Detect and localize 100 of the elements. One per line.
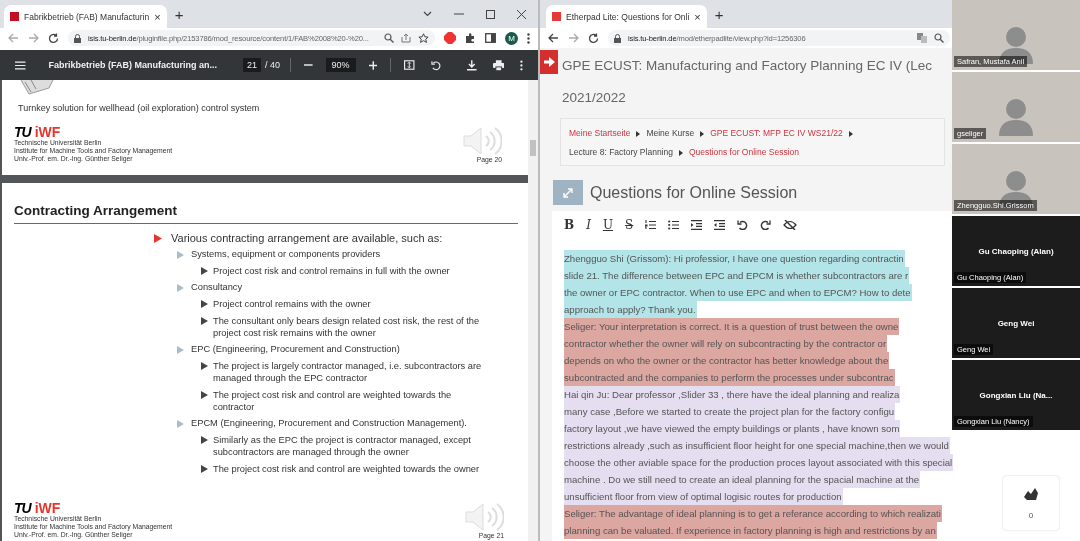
caret-icon: [848, 130, 853, 137]
stop-sign-icon[interactable]: [444, 32, 456, 44]
browser-tab[interactable]: Fabrikbetrieb (FAB) Manufacturin ×: [4, 5, 167, 28]
breadcrumb-link[interactable]: Questions for Online Session: [688, 146, 800, 159]
ordered-list-icon[interactable]: [645, 220, 657, 230]
university-logo: TU: [14, 125, 31, 139]
breadcrumb-item: Meine Kurse: [646, 127, 695, 140]
person-silhouette-icon: [999, 96, 1033, 136]
breadcrumb-link[interactable]: GPE ECUST: MFP EC IV WS21/22: [710, 127, 843, 140]
download-icon[interactable]: [467, 59, 477, 71]
reaction-count: 0: [1028, 510, 1034, 520]
bullet-triangle-icon: [201, 317, 208, 325]
participant-name: Gu Chaoping (Alan): [978, 246, 1054, 256]
share-icon[interactable]: [401, 33, 411, 43]
redo-icon[interactable]: [760, 220, 772, 230]
participant-name: Gongxian Liu (Na...: [979, 390, 1053, 400]
bullet-triangle-icon: [201, 436, 208, 444]
expand-icon: [562, 186, 574, 199]
bullet-triangle-icon: [177, 420, 184, 428]
menu-icon[interactable]: [15, 60, 26, 70]
section-heading: Questions for Online Session: [590, 183, 798, 202]
zoom-in-icon[interactable]: [368, 60, 378, 70]
back-arrow-icon[interactable]: [548, 33, 559, 43]
bullet-triangle-icon: [177, 284, 184, 292]
participant-name: Geng Wei: [997, 318, 1035, 328]
institute-logo: iWF: [34, 501, 61, 515]
print-icon[interactable]: [492, 59, 505, 71]
breadcrumb-item: Lecture 8: Factory Planning: [569, 146, 673, 159]
maximize-icon[interactable]: [486, 9, 495, 19]
institute-logo: iWF: [34, 125, 61, 139]
format-button[interactable]: I: [586, 218, 591, 232]
reload-icon[interactable]: [588, 32, 599, 44]
tab-title: Etherpad Lite: Questions for Onli: [566, 11, 690, 22]
tu-favicon-icon: [10, 12, 19, 21]
arrow-right-icon: [543, 57, 555, 67]
bullet-text: Systems, equipment or components providers: [191, 249, 381, 260]
bullet-triangle-icon: [201, 267, 208, 275]
reaction-widget[interactable]: 0: [1003, 476, 1059, 530]
slide-caption: Turnkey solution for wellhead (oil exploration) control system: [18, 103, 261, 113]
slide-title: Contracting Arrangement: [14, 203, 178, 218]
caret-icon: [636, 130, 641, 137]
eye-slash-icon[interactable]: [783, 220, 798, 230]
document-title: Fabrikbetrieb (FAB) Manufacturing an...: [48, 60, 217, 70]
page-count: / 40: [265, 60, 281, 70]
bullet-text: Consultancy: [191, 282, 243, 293]
course-title: GPE ECUST: Manufacturing and Factory Planning EC IV (Lec: [562, 57, 932, 75]
bullet-text: Project cost risk and control remains in full with the owner: [213, 265, 450, 277]
page-number-field[interactable]: 21: [243, 58, 262, 72]
caret-icon: [700, 130, 705, 137]
search-icon[interactable]: [934, 33, 944, 43]
lock-icon: [614, 33, 621, 43]
bullet-triangle-icon: [177, 251, 184, 259]
bullet-text: The project is largely contractor managed, i.e. subcontractors are managed through the EPC contractor: [213, 360, 483, 384]
format-button[interactable]: S: [625, 218, 634, 232]
etherpad-favicon-icon: [552, 12, 561, 21]
new-tab-button[interactable]: +: [174, 6, 184, 22]
format-button[interactable]: B: [564, 218, 575, 232]
bullet-triangle-icon: [201, 465, 208, 473]
university-logo: TU: [14, 501, 31, 515]
new-tab-button[interactable]: +: [714, 6, 724, 22]
rotate-icon[interactable]: [430, 59, 442, 71]
undo-icon[interactable]: [737, 220, 749, 230]
close-icon[interactable]: [517, 9, 526, 19]
fit-page-icon[interactable]: [404, 60, 415, 70]
outdent-icon[interactable]: [714, 220, 726, 230]
zoom-field[interactable]: 90%: [325, 58, 356, 72]
caret-icon: [678, 149, 683, 156]
indent-icon[interactable]: [691, 220, 703, 230]
close-icon[interactable]: ×: [154, 10, 161, 23]
star-icon[interactable]: [418, 32, 429, 44]
more-vertical-icon[interactable]: [527, 32, 530, 44]
bullet-triangle-icon: [201, 300, 208, 308]
translate-icon[interactable]: [917, 33, 927, 43]
breadcrumb-link[interactable]: Meine Startseite: [569, 127, 631, 140]
close-icon[interactable]: ×: [694, 10, 701, 23]
bullet-text: Project control remains with the owner: [213, 298, 371, 310]
bullet-text: EPCM (Engineering, Procurement and Construction Management).: [191, 418, 467, 429]
more-vertical-icon[interactable]: [520, 59, 523, 71]
tab-title: Fabrikbetrieb (FAB) Manufacturin: [24, 11, 150, 22]
bullet-text: The project cost risk and control are weighted towards the owner: [213, 463, 480, 475]
format-button[interactable]: U: [602, 218, 614, 232]
scrollbar[interactable]: [528, 80, 538, 541]
sidebar-icon[interactable]: [485, 33, 496, 43]
browser-tab[interactable]: Etherpad Lite: Questions for Onli ×: [546, 5, 707, 28]
bullet-text: The project cost risk and control are weighted towards the contractor: [213, 389, 453, 413]
bullet-triangle-icon: [154, 233, 162, 243]
reload-icon[interactable]: [48, 32, 59, 44]
bullet-list-icon[interactable]: [668, 220, 680, 230]
lock-icon: [74, 33, 81, 43]
bullet-text: EPC (Engineering, Procurement and Construction): [191, 344, 400, 355]
drawer-toggle-button[interactable]: [540, 50, 558, 74]
bullet-text: The consultant only bears design related cost risk, the rest of the project cost risk remains with the owner: [213, 315, 481, 339]
bullet-text: Various contracting arrangement are available, such as:: [171, 232, 443, 244]
bullet-triangle-icon: [177, 346, 184, 354]
bullet-triangle-icon: [201, 391, 208, 399]
course-title: 2021/2022: [562, 89, 626, 107]
profile-avatar[interactable]: M: [505, 31, 518, 45]
search-icon[interactable]: [384, 33, 394, 43]
puzzle-icon[interactable]: [465, 32, 476, 44]
chevron-down-icon[interactable]: [423, 11, 432, 17]
